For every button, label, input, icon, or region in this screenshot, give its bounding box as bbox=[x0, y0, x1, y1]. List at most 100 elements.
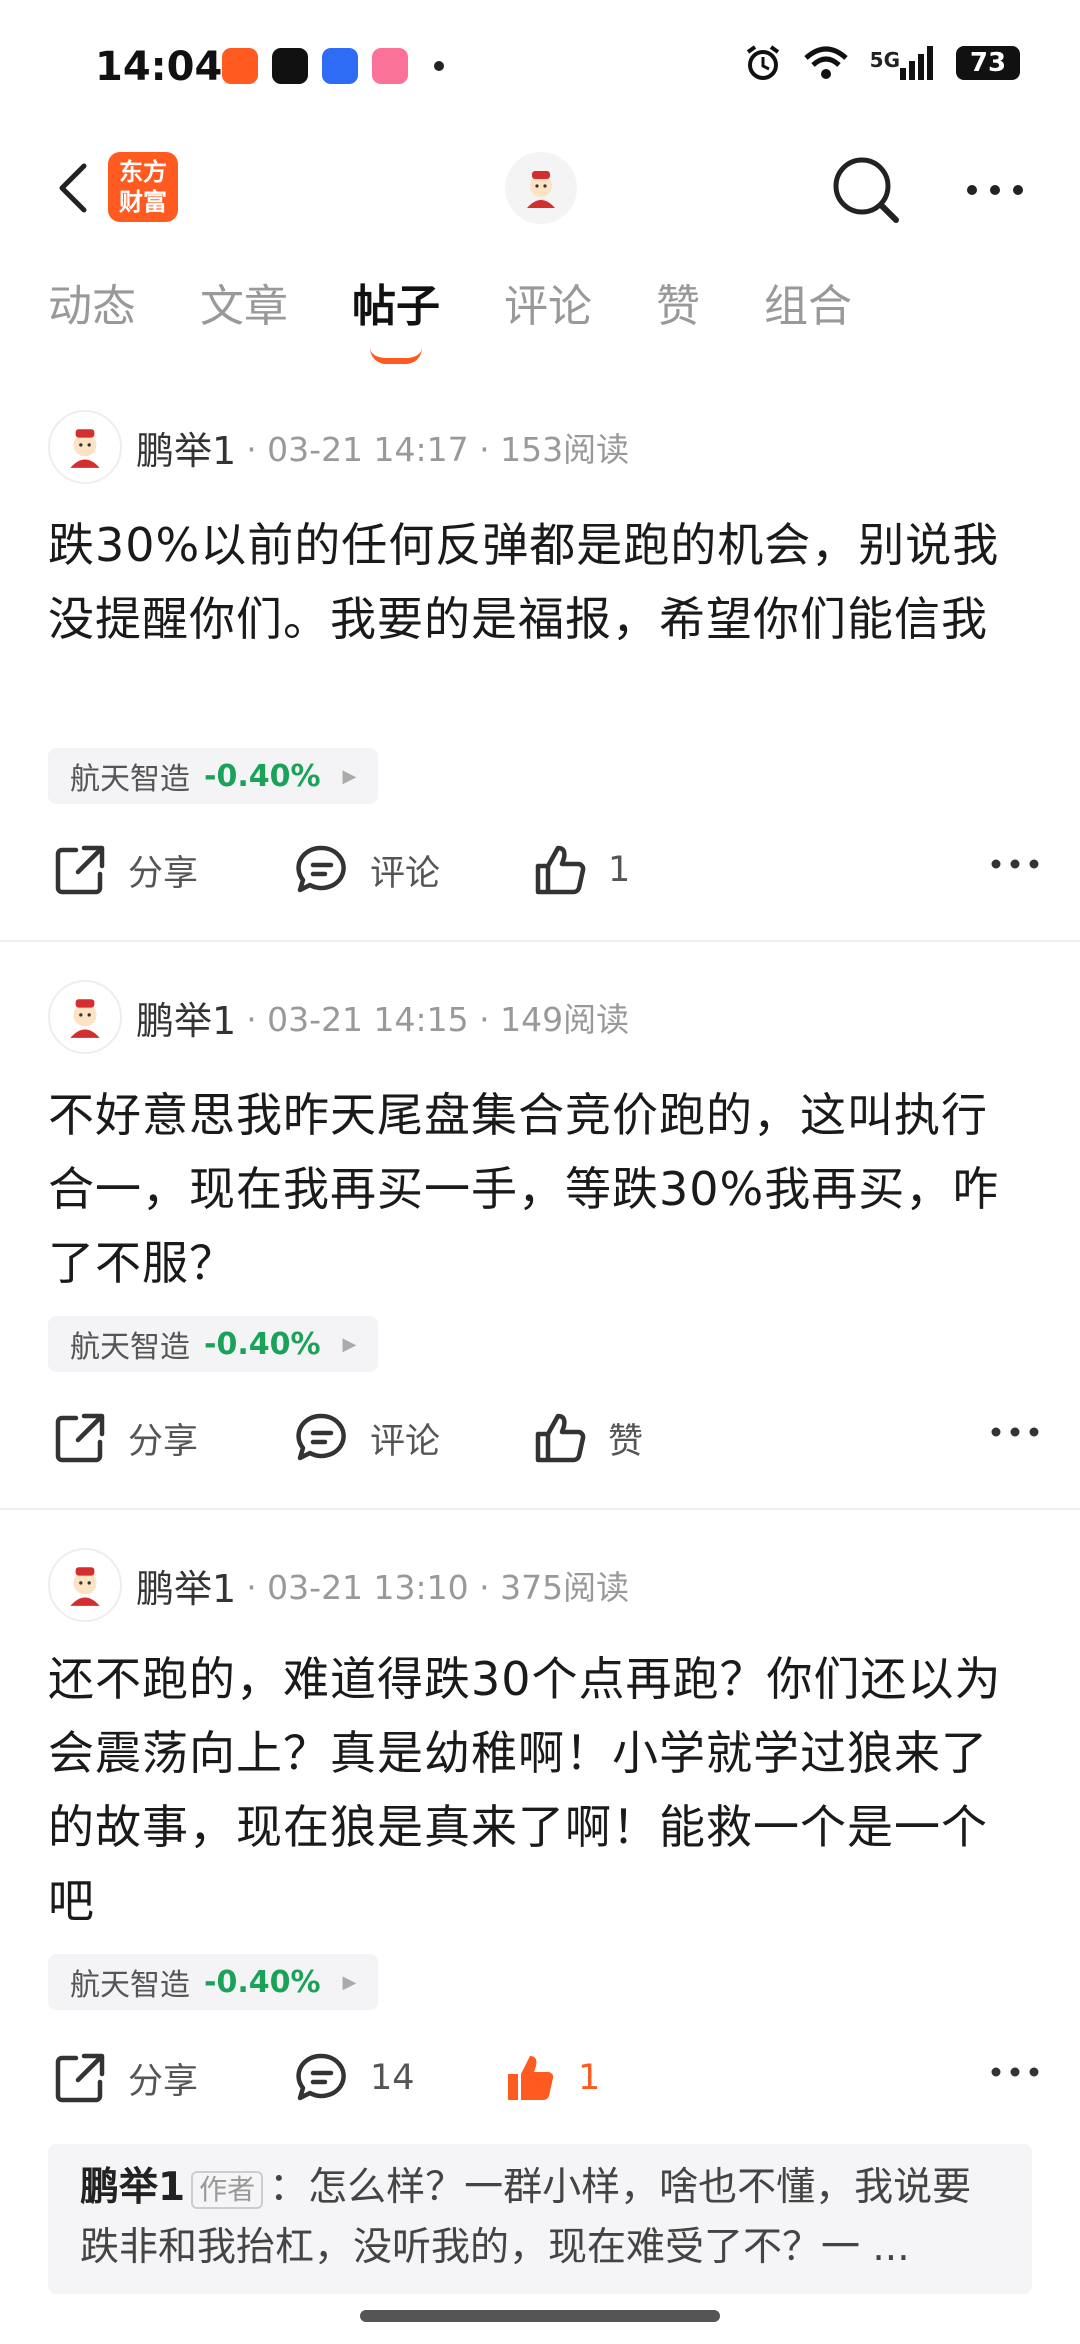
stock-arrow-icon: ▶ bbox=[342, 1333, 357, 1355]
comment-button[interactable]: 评论 bbox=[294, 842, 440, 898]
thumbs-up-filled-icon bbox=[508, 2056, 554, 2101]
post-time-reads: · 03-21 13:10 · 375阅读 bbox=[246, 1568, 630, 1607]
post-content[interactable]: 还不跑的，难道得跌30个点再跑？你们还以为会震荡向上？真是幼稚啊！小学就学过狼来… bbox=[48, 1642, 1033, 1938]
author-avatar[interactable] bbox=[48, 410, 122, 484]
post-time-reads: · 03-21 14:15 · 149阅读 bbox=[246, 1000, 630, 1039]
share-icon bbox=[55, 2053, 105, 2103]
post-actions: 分享 14 1 bbox=[0, 2040, 1080, 2120]
stock-tag[interactable]: 航天智造 -0.40% ▶ bbox=[48, 748, 379, 804]
more-notifications-icon bbox=[434, 61, 444, 71]
tab-articles[interactable]: 文章 bbox=[200, 270, 288, 350]
stock-name: 航天智造 bbox=[70, 1330, 190, 1365]
post-content[interactable]: 跌30%以前的任何反弹都是跑的机会，别说我没提醒你们。我要的是福报，希望你们能信… bbox=[48, 508, 1033, 656]
profile-tabs: 动态 文章 帖子 评论 赞 组合 bbox=[48, 270, 916, 364]
post-actions: 分享 评论 赞 bbox=[0, 1400, 1080, 1480]
comment-label: 评论 bbox=[370, 853, 441, 894]
tab-portfolio[interactable]: 组合 bbox=[764, 270, 852, 350]
bilibili-notification-icon bbox=[372, 48, 408, 84]
more-options-icon[interactable] bbox=[960, 160, 1030, 220]
tab-dynamics[interactable]: 动态 bbox=[48, 270, 136, 350]
share-icon bbox=[55, 845, 105, 895]
search-icon[interactable] bbox=[826, 150, 906, 230]
like-button[interactable]: 1 bbox=[532, 842, 630, 898]
mascot-avatar-icon bbox=[70, 429, 100, 468]
mascot-avatar-icon bbox=[527, 171, 555, 208]
tab-posts[interactable]: 帖子 bbox=[352, 270, 440, 364]
author-name[interactable]: 鹏举1 bbox=[136, 1558, 236, 1613]
like-button[interactable]: 1 bbox=[502, 2050, 600, 2106]
system-status: 5G 73 bbox=[744, 44, 1020, 82]
status-time: 14:04 bbox=[95, 44, 223, 90]
user-avatar[interactable] bbox=[505, 152, 577, 224]
post-more-icon[interactable] bbox=[990, 854, 1040, 874]
comment-label: 评论 bbox=[370, 1421, 441, 1462]
comment-icon bbox=[296, 845, 346, 893]
eastmoney-logo[interactable]: 东方 财富 bbox=[108, 152, 178, 222]
author-badge: 作者 bbox=[191, 2170, 264, 2209]
author-name[interactable]: 鹏举1 bbox=[136, 990, 236, 1045]
signal-icon: 5G bbox=[870, 46, 934, 80]
battery-indicator: 73 bbox=[956, 46, 1020, 80]
author-avatar[interactable] bbox=[48, 1548, 122, 1622]
home-indicator[interactable] bbox=[360, 2310, 720, 2322]
stock-name: 航天智造 bbox=[70, 762, 190, 797]
logo-text-bottom: 财富 bbox=[119, 188, 167, 216]
post-divider bbox=[0, 1508, 1080, 1510]
notification-icons bbox=[222, 48, 444, 84]
post-meta: 鹏举1 · 03-21 13:10 · 375阅读 bbox=[48, 1548, 629, 1622]
logo-text-top: 东方 bbox=[119, 158, 167, 186]
share-label: 分享 bbox=[128, 1421, 199, 1462]
like-count: 1 bbox=[608, 850, 631, 890]
share-button[interactable]: 分享 bbox=[52, 1410, 198, 1466]
reply-preview[interactable]: 鹏举1 作者 ：怎么样？一群小样，啥也不懂，我说要跌非和我抬杠，没听我的，现在难受了… bbox=[48, 2144, 1032, 2294]
mascot-avatar-icon bbox=[70, 999, 100, 1038]
post-more-icon[interactable] bbox=[990, 2062, 1040, 2082]
alarm-icon bbox=[746, 45, 779, 80]
top-navigation-bar: 东方 财富 bbox=[0, 130, 1080, 250]
share-icon bbox=[55, 1413, 105, 1463]
back-arrow-icon[interactable] bbox=[46, 158, 106, 218]
post-content[interactable]: 不好意思我昨天尾盘集合竞价跑的，这叫执行合一，现在我再买一手，等跌30%我再买，… bbox=[48, 1078, 1033, 1300]
stock-change: -0.40% bbox=[204, 758, 321, 794]
post-meta: 鹏举1 · 03-21 14:15 · 149阅读 bbox=[48, 980, 629, 1054]
comment-button[interactable]: 评论 bbox=[294, 1410, 440, 1466]
like-count: 1 bbox=[578, 2058, 601, 2098]
thumbs-up-icon bbox=[535, 1413, 586, 1463]
like-button[interactable]: 赞 bbox=[532, 1410, 643, 1466]
app-notification-icon bbox=[222, 48, 258, 84]
stock-tag[interactable]: 航天智造 -0.40% ▶ bbox=[48, 1954, 379, 2010]
post-more-icon[interactable] bbox=[990, 1422, 1040, 1442]
mascot-avatar-icon bbox=[70, 1567, 100, 1606]
comment-button[interactable]: 14 bbox=[294, 2050, 415, 2106]
author-name[interactable]: 鹏举1 bbox=[136, 420, 236, 475]
share-label: 分享 bbox=[128, 853, 199, 894]
share-label: 分享 bbox=[128, 2061, 199, 2102]
status-bar: 14:04 5G 73 bbox=[0, 0, 1080, 130]
stock-arrow-icon: ▶ bbox=[342, 1971, 357, 1993]
wifi-icon bbox=[803, 46, 848, 79]
post-meta: 鹏举1 · 03-21 14:17 · 153阅读 bbox=[48, 410, 629, 484]
stock-change: -0.40% bbox=[204, 1964, 321, 2000]
share-button[interactable]: 分享 bbox=[52, 2050, 198, 2106]
stock-tag[interactable]: 航天智造 -0.40% ▶ bbox=[48, 1316, 379, 1372]
stock-name: 航天智造 bbox=[70, 1968, 190, 2003]
like-label: 赞 bbox=[608, 1421, 644, 1462]
tab-comments[interactable]: 评论 bbox=[504, 270, 592, 350]
tiktok-notification-icon bbox=[272, 48, 308, 84]
comment-count: 14 bbox=[370, 2058, 415, 2098]
author-avatar[interactable] bbox=[48, 980, 122, 1054]
comment-icon bbox=[296, 1413, 346, 1461]
baidu-notification-icon bbox=[322, 48, 358, 84]
stock-arrow-icon: ▶ bbox=[342, 765, 357, 787]
comment-icon bbox=[296, 2053, 346, 2101]
stock-change: -0.40% bbox=[204, 1326, 321, 1362]
network-type: 5G bbox=[869, 48, 900, 72]
share-button[interactable]: 分享 bbox=[52, 842, 198, 898]
post-divider bbox=[0, 940, 1080, 942]
post-time-reads: · 03-21 14:17 · 153阅读 bbox=[246, 430, 630, 469]
reply-author[interactable]: 鹏举1 bbox=[80, 2165, 185, 2210]
tab-likes[interactable]: 赞 bbox=[656, 270, 700, 350]
post-actions: 分享 评论 1 bbox=[0, 832, 1080, 912]
reply-text-block: 鹏举1 作者 ：怎么样？一群小样，啥也不懂，我说要跌非和我抬杠，没听我的，现在难受了… bbox=[80, 2158, 1010, 2278]
thumbs-up-icon bbox=[535, 845, 586, 895]
